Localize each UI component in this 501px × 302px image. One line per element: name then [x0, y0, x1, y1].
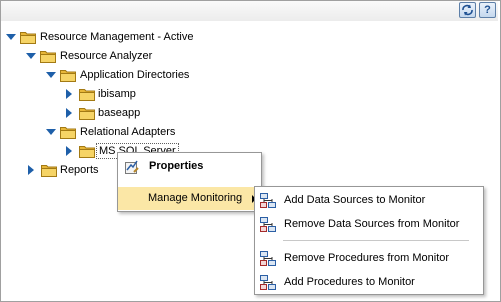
collapse-arrow-icon[interactable]: [26, 162, 36, 178]
monitor-remove-icon: [260, 217, 276, 232]
collapse-arrow-icon[interactable]: [64, 86, 74, 102]
remove-data-sources-menu-item[interactable]: Remove Data Sources from Monitor: [255, 213, 483, 237]
add-procedures-menu-item[interactable]: Add Procedures to Monitor: [255, 271, 483, 295]
refresh-icon: [462, 4, 473, 16]
expand-arrow-icon[interactable]: [46, 67, 56, 83]
menu-item-label: Add Procedures to Monitor: [284, 276, 415, 288]
menu-item-label: Remove Data Sources from Monitor: [284, 218, 460, 230]
folder-icon: [60, 70, 76, 82]
tree-node-label: baseapp: [98, 107, 141, 119]
remove-procedures-menu-item[interactable]: Remove Procedures from Monitor: [255, 247, 483, 271]
refresh-button[interactable]: [459, 2, 476, 18]
properties-label: Properties: [149, 160, 204, 172]
properties-icon: [125, 160, 139, 174]
folder-icon: [79, 146, 95, 158]
expand-arrow-icon[interactable]: [26, 48, 36, 64]
help-button[interactable]: ?: [479, 2, 496, 18]
tree-node-label: ibisamp: [98, 88, 136, 100]
menu-separator: [283, 240, 469, 241]
folder-icon: [60, 127, 76, 139]
manage-monitoring-menu-item[interactable]: Manage Monitoring: [118, 187, 261, 210]
tree-node-label: Relational Adapters: [80, 126, 176, 138]
monitor-remove-icon: [260, 251, 276, 266]
tree-node-label: Resource Analyzer: [60, 50, 153, 62]
manage-monitoring-label: Manage Monitoring: [148, 192, 243, 204]
panel-toolbar: [1, 1, 498, 21]
folder-icon: [40, 51, 56, 63]
menu-item-label: Add Data Sources to Monitor: [284, 194, 426, 206]
properties-menu-item[interactable]: Properties: [118, 155, 261, 179]
folder-icon: [79, 108, 95, 120]
tree-node-label: Application Directories: [80, 69, 190, 81]
context-menu: Properties Manage Monitoring: [117, 152, 262, 212]
expand-arrow-icon[interactable]: [6, 29, 16, 45]
collapse-arrow-icon[interactable]: [64, 105, 74, 121]
manage-monitoring-submenu: Add Data Sources to Monitor Remove Data …: [254, 186, 484, 295]
folder-icon: [79, 89, 95, 101]
collapse-arrow-icon[interactable]: [64, 143, 74, 159]
menu-item-label: Remove Procedures from Monitor: [284, 252, 450, 264]
add-data-sources-menu-item[interactable]: Add Data Sources to Monitor: [255, 189, 483, 213]
tree-node-label: Reports: [60, 164, 99, 176]
monitor-add-icon: [260, 275, 276, 290]
expand-arrow-icon[interactable]: [46, 124, 56, 140]
folder-icon: [20, 32, 36, 44]
monitor-add-icon: [260, 193, 276, 208]
folder-icon: [41, 165, 57, 177]
help-icon: ?: [484, 4, 491, 16]
tree-node-label: Resource Management - Active: [40, 31, 194, 43]
